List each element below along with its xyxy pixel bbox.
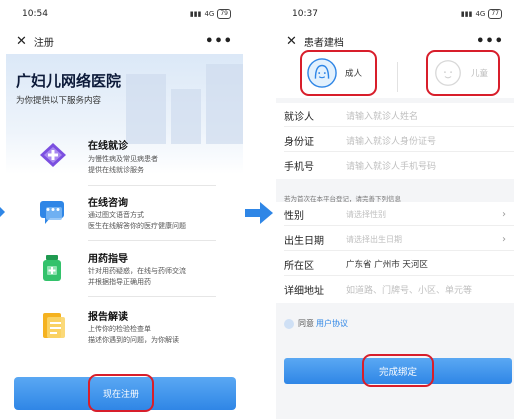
field-label: 所在区: [284, 260, 314, 272]
birthdate-select[interactable]: 请选择出生日期: [346, 234, 402, 245]
patient-profile-screen: 10:37 ▮▮▮ 4G 77 ✕ 患者建档 ••• 成人 儿童 就诊人 请输入…: [276, 0, 514, 419]
page-title: 患者建档: [303, 37, 344, 49]
service-title: 用药指导: [88, 254, 128, 265]
service-item: 在线咨询 通过图文语音方式 医生在线解答你的医疗健康问题: [38, 194, 216, 244]
form-row-id: 身份证 请输入就诊人身份证号: [276, 128, 514, 152]
partial-arrow-icon: [0, 207, 5, 217]
battery-icon: 79: [217, 9, 231, 19]
network-type: 4G: [475, 10, 486, 18]
service-item: 在线就诊 为慢性病及常见病患者 提供在线就诊服务: [38, 137, 216, 187]
tutorial-canvas: 10:54 ▮▮▮ 4G 79 ✕ 注册 ••• 广妇儿网络医院 为你提供以下服…: [0, 0, 514, 419]
status-time: 10:54: [22, 9, 48, 19]
tab-child-label: 儿童: [471, 69, 489, 79]
address-input[interactable]: 如道路、门牌号、小区、单元等: [346, 283, 472, 296]
field-label: 性别: [284, 210, 304, 222]
tab-child[interactable]: 儿童: [426, 50, 500, 96]
service-desc: 上传你的检验检查单: [88, 325, 151, 333]
form-row-name: 就诊人 请输入就诊人姓名: [276, 103, 514, 127]
page-title: 注册: [33, 37, 54, 49]
chevron-right-icon: ›: [502, 233, 506, 245]
complete-binding-button[interactable]: 完成绑定: [362, 354, 434, 387]
signal-icon: ▮▮▮: [460, 10, 473, 18]
divider: [397, 62, 398, 92]
agreement-row: 同意 用户协议: [284, 318, 348, 329]
field-label: 详细地址: [284, 285, 324, 297]
hero-subtitle: 为你提供以下服务内容: [16, 96, 102, 106]
service-title: 在线就诊: [88, 141, 128, 152]
name-input[interactable]: 请输入就诊人姓名: [346, 109, 418, 122]
service-item: 报告解读 上传你的检验检查单 描述你遇到的问题，为你解读: [38, 308, 188, 352]
more-menu-icon[interactable]: •••: [476, 34, 504, 49]
field-label: 身份证: [284, 136, 314, 148]
close-icon[interactable]: ✕: [16, 35, 27, 48]
service-desc: 提供在线就诊服务: [88, 166, 144, 174]
field-label: 手机号: [284, 161, 314, 173]
user-agreement-link[interactable]: 用户协议: [316, 318, 348, 329]
form-row-gender[interactable]: 性别 请选择性别 ›: [276, 202, 514, 226]
service-item: 用药指导 针对用药疑惑，在线与药师交流 并根据指导正确用药: [38, 250, 216, 300]
status-bar: 10:37 ▮▮▮ 4G 77: [276, 0, 514, 28]
registration-screen: 10:54 ▮▮▮ 4G 79 ✕ 注册 ••• 广妇儿网络医院 为你提供以下服…: [6, 0, 243, 419]
register-now-button[interactable]: 现在注册: [88, 374, 154, 412]
hospital-name: 广妇儿网络医院: [16, 72, 122, 90]
more-menu-icon[interactable]: •••: [205, 34, 233, 49]
network-type: 4G: [204, 10, 215, 18]
battery-icon: 77: [488, 9, 502, 19]
form-row-address: 详细地址 如道路、门牌号、小区、单元等: [276, 277, 514, 301]
diamond-plus-icon: [40, 143, 66, 167]
divider: [88, 240, 216, 241]
status-time: 10:37: [292, 9, 318, 19]
nav-bar: ✕ 注册 •••: [6, 28, 243, 54]
field-label: 出生日期: [284, 235, 324, 247]
close-icon[interactable]: ✕: [286, 35, 297, 48]
divider: [88, 185, 216, 186]
next-step-arrow-icon: [245, 202, 273, 224]
report-document-icon: [43, 313, 65, 338]
service-title: 在线咨询: [88, 198, 128, 209]
adult-avatar-icon: [307, 58, 337, 88]
basic-info-form: 就诊人 请输入就诊人姓名 身份证 请输入就诊人身份证号 手机号 请输入就诊人手机…: [276, 103, 514, 179]
district-select[interactable]: 广东省 广州市 天河区: [346, 258, 428, 270]
service-desc: 针对用药疑惑，在线与药师交流: [88, 267, 186, 275]
chat-bubble-icon: [40, 201, 64, 224]
form-row-birthdate[interactable]: 出生日期 请选择出生日期 ›: [276, 227, 514, 251]
phone-input[interactable]: 请输入就诊人手机号码: [346, 159, 436, 172]
field-label: 就诊人: [284, 111, 314, 123]
child-avatar-icon: [435, 60, 461, 86]
service-desc: 通过图文语音方式: [88, 211, 144, 219]
service-desc: 并根据指导正确用药: [88, 278, 151, 286]
id-card-input[interactable]: 请输入就诊人身份证号: [346, 134, 436, 147]
service-title: 报告解读: [88, 312, 128, 323]
form-row-phone: 手机号 请输入就诊人手机号码: [276, 153, 514, 177]
chevron-right-icon: ›: [502, 208, 506, 220]
status-bar: 10:54 ▮▮▮ 4G 79: [6, 0, 243, 28]
service-desc: 医生在线解答你的医疗健康问题: [88, 222, 186, 230]
service-desc: 为慢性病及常见病患者: [88, 155, 158, 163]
form-row-district[interactable]: 所在区 广东省 广州市 天河区: [276, 252, 514, 276]
gender-select[interactable]: 请选择性别: [346, 209, 386, 220]
signal-icon: ▮▮▮: [189, 10, 202, 18]
tab-adult[interactable]: 成人: [300, 50, 377, 96]
divider: [88, 296, 216, 297]
service-desc: 描述你遇到的问题，为你解读: [88, 336, 179, 344]
agree-label: 同意: [298, 319, 314, 328]
building-illustration: [126, 74, 166, 144]
tab-adult-label: 成人: [345, 69, 363, 79]
extra-info-form: 性别 请选择性别 › 出生日期 请选择出生日期 › 所在区 广东省 广州市 天河…: [276, 202, 514, 303]
medicine-bottle-icon: [43, 255, 61, 281]
patient-type-tabs: 成人 儿童: [276, 50, 514, 98]
agree-radio[interactable]: [284, 318, 294, 329]
